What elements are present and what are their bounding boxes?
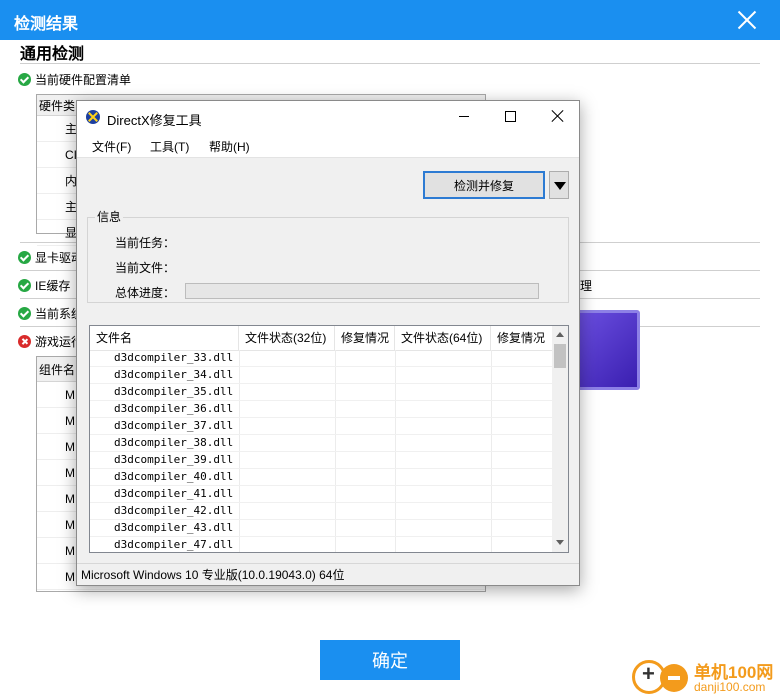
overall-progress-label: 总体进度： bbox=[115, 286, 176, 300]
file-name: d3dcompiler_42.dll bbox=[114, 504, 234, 517]
section-title: 通用检测 bbox=[20, 46, 85, 63]
close-icon[interactable] bbox=[551, 109, 565, 123]
list-item[interactable]: d3dcompiler_33.dll bbox=[90, 350, 552, 367]
error-circle-icon bbox=[18, 335, 31, 348]
list-item[interactable]: d3dcompiler_42.dll bbox=[90, 503, 552, 520]
column-header: 硬件类 bbox=[39, 98, 76, 113]
file-name: d3dcompiler_41.dll bbox=[114, 487, 234, 500]
check-item-gpu-driver: 显卡驱动 bbox=[18, 249, 83, 266]
chevron-down-icon[interactable] bbox=[549, 171, 569, 199]
partial-text: 理 bbox=[580, 279, 593, 293]
list-item[interactable]: d3dcompiler_36.dll bbox=[90, 401, 552, 418]
file-list-header: 文件名 文件状态(32位) 修复情况 文件状态(64位) 修复情况 bbox=[90, 326, 552, 351]
scroll-thumb[interactable] bbox=[554, 344, 566, 368]
column-header-status-64[interactable]: 文件状态(64位) bbox=[395, 326, 491, 350]
dialog-title-bar: 检测结果 bbox=[0, 0, 780, 40]
column-header-filename[interactable]: 文件名 bbox=[90, 326, 239, 350]
file-name: d3dcompiler_43.dll bbox=[114, 521, 234, 534]
file-name: d3dcompiler_35.dll bbox=[114, 385, 234, 398]
menu-help[interactable]: 帮助(H) bbox=[209, 138, 250, 155]
list-item[interactable]: d3dcompiler_39.dll bbox=[90, 452, 552, 469]
column-header-repair-32[interactable]: 修复情况 bbox=[335, 326, 395, 350]
list-item[interactable]: d3dcompiler_47.dll bbox=[90, 537, 552, 552]
cell-text: M bbox=[65, 387, 75, 402]
overall-progress-bar bbox=[185, 283, 539, 299]
menu-bar: 文件(F) 工具(T) 帮助(H) bbox=[77, 133, 579, 158]
file-name: d3dcompiler_34.dll bbox=[114, 368, 234, 381]
column-header-repair-64[interactable]: 修复情况 bbox=[491, 326, 552, 350]
close-icon[interactable] bbox=[736, 8, 758, 30]
column-header: 组件名 bbox=[39, 362, 76, 377]
check-item-system: 当前系统 bbox=[18, 305, 83, 322]
scroll-down-icon[interactable] bbox=[556, 540, 564, 545]
list-item[interactable]: d3dcompiler_43.dll bbox=[90, 520, 552, 537]
status-bar: Microsoft Windows 10 专业版(10.0.19043.0) 6… bbox=[77, 563, 579, 585]
file-list[interactable]: 文件名 文件状态(32位) 修复情况 文件状态(64位) 修复情况 d3dcom… bbox=[89, 325, 569, 553]
dialog-title: 检测结果 bbox=[14, 16, 79, 33]
cell-text: M bbox=[65, 491, 75, 506]
check-item-hardware: 当前硬件配置清单 bbox=[18, 71, 131, 88]
check-circle-icon bbox=[18, 73, 31, 86]
list-item[interactable]: d3dcompiler_37.dll bbox=[90, 418, 552, 435]
cell-text: M bbox=[65, 413, 75, 428]
background-graphic bbox=[574, 310, 640, 390]
cell-text: M bbox=[65, 543, 75, 558]
directx-window: DirectX修复工具 文件(F) 工具(T) 帮助(H) 检测并修复 信息 当… bbox=[76, 100, 580, 586]
cell-text: M bbox=[65, 569, 75, 584]
detect-repair-button[interactable]: 检测并修复 bbox=[423, 171, 545, 199]
list-item[interactable]: d3dcompiler_34.dll bbox=[90, 367, 552, 384]
current-task-label: 当前任务： bbox=[115, 236, 176, 250]
list-item[interactable]: d3dcompiler_38.dll bbox=[90, 435, 552, 452]
minimize-icon[interactable] bbox=[459, 116, 469, 117]
file-name: d3dcompiler_40.dll bbox=[114, 470, 234, 483]
column-header-status-32[interactable]: 文件状态(32位) bbox=[239, 326, 335, 350]
check-circle-icon bbox=[18, 279, 31, 292]
file-list-body: d3dcompiler_33.dll d3dcompiler_34.dll d3… bbox=[90, 350, 552, 552]
info-group-title: 信息 bbox=[95, 208, 124, 225]
list-item[interactable]: d3dcompiler_40.dll bbox=[90, 469, 552, 486]
cell-text: M bbox=[65, 517, 75, 532]
file-name: d3dcompiler_39.dll bbox=[114, 453, 234, 466]
check-item-game-runtime: 游戏运行 bbox=[18, 333, 83, 350]
file-name: d3dcompiler_33.dll bbox=[114, 351, 234, 364]
dx-window-title: DirectX修复工具 bbox=[107, 113, 202, 128]
cell-text: M bbox=[65, 465, 75, 480]
divider bbox=[20, 63, 760, 64]
file-name: d3dcompiler_37.dll bbox=[114, 419, 234, 432]
file-name: d3dcompiler_36.dll bbox=[114, 402, 234, 415]
watermark-logo-icon bbox=[660, 664, 688, 692]
check-label: 当前硬件配置清单 bbox=[35, 73, 132, 87]
check-circle-icon bbox=[18, 251, 31, 264]
watermark: 单机100网 danji100.com bbox=[628, 656, 778, 700]
check-label: IE缓存 bbox=[35, 279, 71, 293]
menu-file[interactable]: 文件(F) bbox=[92, 138, 131, 155]
check-circle-icon bbox=[18, 307, 31, 320]
current-file-label: 当前文件： bbox=[115, 261, 176, 275]
file-name: d3dcompiler_38.dll bbox=[114, 436, 234, 449]
cell-text: M bbox=[65, 439, 75, 454]
dx-title-bar: DirectX修复工具 bbox=[77, 101, 579, 133]
list-item[interactable]: d3dcompiler_35.dll bbox=[90, 384, 552, 401]
maximize-icon[interactable] bbox=[505, 111, 516, 122]
directx-icon bbox=[86, 110, 100, 124]
menu-tools[interactable]: 工具(T) bbox=[150, 138, 189, 155]
file-name: d3dcompiler_47.dll bbox=[114, 538, 234, 551]
check-item-ie-cache: IE缓存 bbox=[18, 277, 70, 294]
list-item[interactable]: d3dcompiler_41.dll bbox=[90, 486, 552, 503]
watermark-domain: danji100.com bbox=[694, 680, 766, 694]
confirm-button[interactable]: 确定 bbox=[320, 640, 460, 680]
vertical-scrollbar[interactable] bbox=[552, 326, 568, 552]
scroll-up-icon[interactable] bbox=[556, 332, 564, 337]
